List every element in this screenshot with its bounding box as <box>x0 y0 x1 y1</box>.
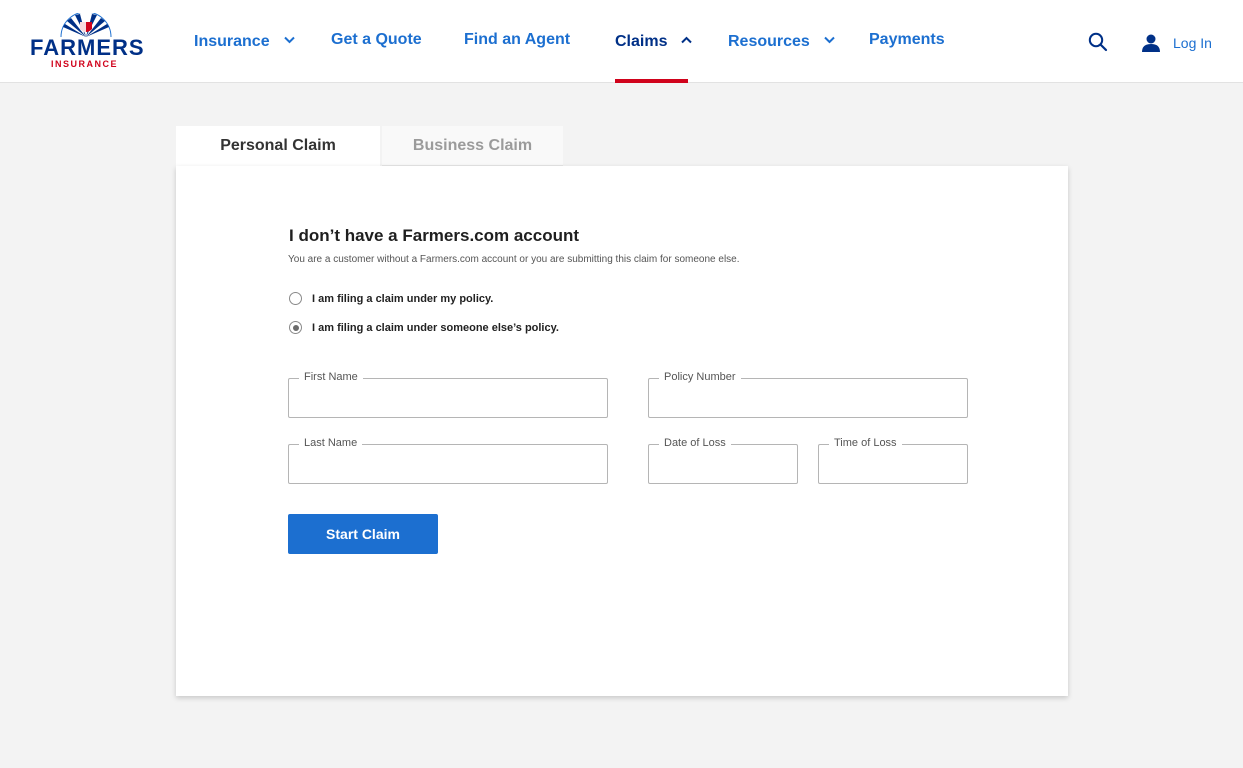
radio-own-policy[interactable]: I am filing a claim under my policy. <box>289 292 493 305</box>
nav-find-an-agent[interactable]: Find an Agent <box>464 31 570 49</box>
chevron-down-icon <box>283 31 295 49</box>
nav-resources-label: Resources <box>728 33 810 50</box>
time-of-loss-input[interactable] <box>819 445 967 483</box>
radio-someone-else-policy[interactable]: I am filing a claim under someone else’s… <box>289 321 559 334</box>
search-icon <box>1088 32 1108 52</box>
date-of-loss-field[interactable]: Date of Loss <box>648 437 798 484</box>
first-name-input[interactable] <box>289 379 607 417</box>
first-name-field[interactable]: First Name <box>288 371 608 418</box>
nav-get-a-quote[interactable]: Get a Quote <box>331 31 422 49</box>
start-claim-button[interactable]: Start Claim <box>288 514 438 554</box>
nav-resources[interactable]: Resources <box>728 31 835 51</box>
nav-insurance[interactable]: Insurance <box>194 31 295 51</box>
form-subtitle: You are a customer without a Farmers.com… <box>288 254 740 265</box>
radio-own-policy-circle[interactable] <box>289 292 302 305</box>
time-of-loss-field[interactable]: Time of Loss <box>818 437 968 484</box>
date-of-loss-input[interactable] <box>649 445 797 483</box>
policy-number-input[interactable] <box>649 379 967 417</box>
last-name-input[interactable] <box>289 445 607 483</box>
search-button[interactable] <box>1088 32 1108 52</box>
nav-payments[interactable]: Payments <box>869 31 945 49</box>
nav-claims[interactable]: Claims <box>615 31 693 51</box>
nav-claims-label: Claims <box>615 33 668 50</box>
radio-own-policy-label: I am filing a claim under my policy. <box>312 292 494 305</box>
farmers-logo[interactable]: FARMERS INSURANCE <box>30 13 145 71</box>
site-header: FARMERS INSURANCE Insurance Get a Quote … <box>0 0 1243 83</box>
login-link[interactable]: Log In <box>1141 31 1212 55</box>
last-name-field[interactable]: Last Name <box>288 437 608 484</box>
nav-insurance-label: Insurance <box>194 33 270 50</box>
radio-someone-else-policy-label: I am filing a claim under someone else’s… <box>312 321 559 334</box>
chevron-up-icon <box>681 31 693 49</box>
tab-business-claim[interactable]: Business Claim <box>382 126 563 166</box>
radio-someone-else-policy-circle[interactable] <box>289 321 302 334</box>
logo-subtitle: INSURANCE <box>51 59 119 69</box>
logo-emblem-icon <box>60 13 112 37</box>
active-nav-indicator <box>615 79 688 83</box>
chevron-down-icon <box>824 31 835 49</box>
login-label: Log In <box>1173 35 1212 51</box>
policy-number-field[interactable]: Policy Number <box>648 371 968 418</box>
logo-wordmark: FARMERS <box>30 35 145 60</box>
form-title: I don’t have a Farmers.com account <box>289 226 580 245</box>
user-icon <box>1142 34 1160 52</box>
tab-personal-claim[interactable]: Personal Claim <box>176 126 380 166</box>
